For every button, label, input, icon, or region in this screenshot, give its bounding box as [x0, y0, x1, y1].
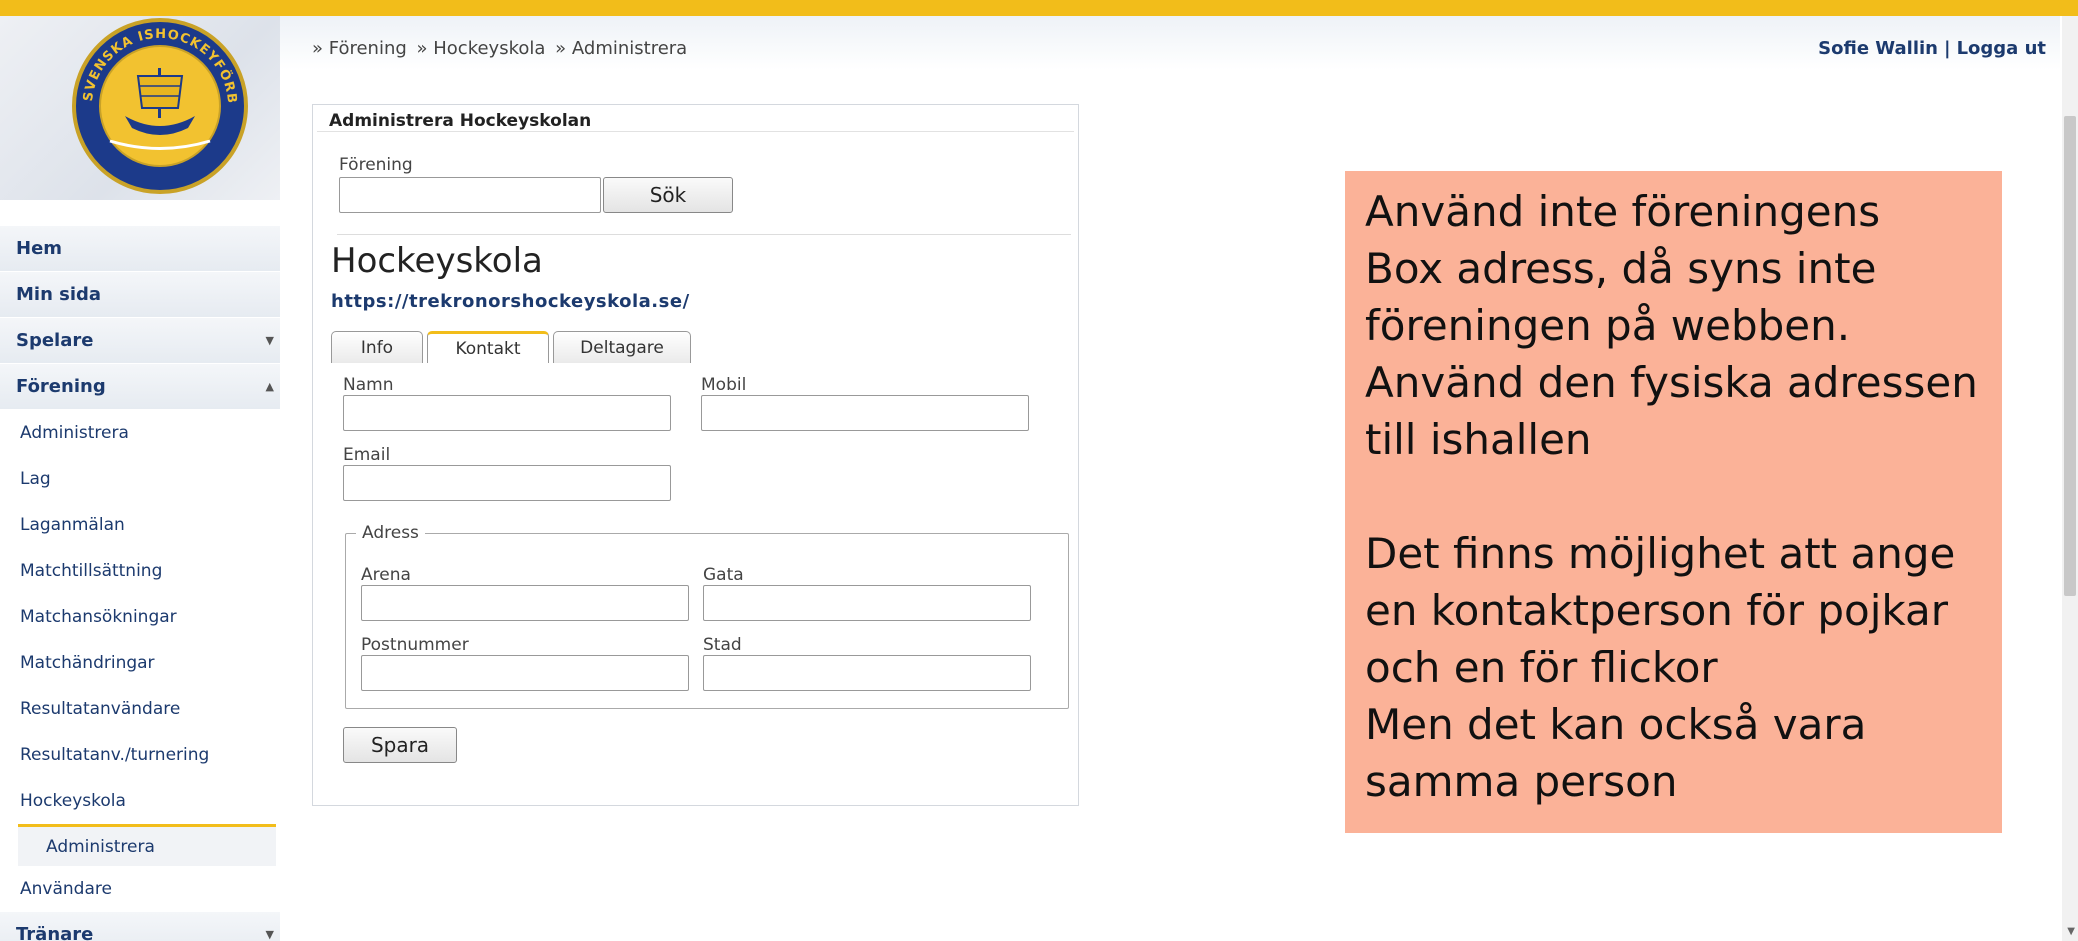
mobil-field[interactable] — [701, 395, 1029, 431]
arena-label: Arena — [361, 565, 411, 585]
sidebar-subitem-lag[interactable]: Lag — [0, 456, 280, 502]
stad-label: Stad — [703, 635, 742, 655]
sidebar-item-label: Tränare — [16, 924, 94, 941]
sidebar-subitem-hockeyskola[interactable]: Hockeyskola — [0, 778, 280, 824]
chevron-down-icon: ▼ — [265, 334, 274, 347]
sidebar-item-label: Min sida — [16, 284, 102, 305]
note-line: Det finns möjlighet att ange — [1365, 529, 1956, 578]
save-button[interactable]: Spara — [343, 727, 457, 763]
panel-title: Administrera Hockeyskolan — [329, 111, 592, 131]
sidebar-item-hem[interactable]: Hem — [0, 226, 280, 272]
scrollbar-thumb[interactable] — [2064, 116, 2076, 596]
sidebar: Hem Min sida Spelare ▼ Förening ▲ Admini… — [0, 226, 280, 941]
note-spacer — [1365, 468, 1982, 525]
email-label: Email — [343, 445, 391, 465]
namn-label: Namn — [343, 375, 394, 395]
note-line: Men det kan också vara — [1365, 700, 1867, 749]
sidebar-item-spelare[interactable]: Spelare ▼ — [0, 318, 280, 364]
tab-info[interactable]: Info — [331, 331, 423, 363]
namn-field[interactable] — [343, 395, 671, 431]
sidebar-subitem-hockeyskola-administrera[interactable]: Administrera — [18, 824, 276, 866]
sidebar-item-label: Hem — [16, 238, 63, 259]
gata-field[interactable] — [703, 585, 1031, 621]
user-name[interactable]: Sofie Wallin — [1818, 38, 1938, 59]
sidebar-item-forening[interactable]: Förening ▲ — [0, 364, 280, 410]
divider — [337, 234, 1071, 235]
gata-label: Gata — [703, 565, 744, 585]
sidebar-item-label: Spelare — [16, 330, 94, 351]
top-accent-stripe — [0, 0, 2078, 16]
tab-deltagare[interactable]: Deltagare — [553, 331, 691, 363]
scroll-down-arrow-icon[interactable]: ▼ — [2067, 926, 2075, 937]
federation-logo-icon[interactable]: SVENSKA ISHOCKEYFÖRBUNDET — [70, 16, 250, 196]
user-bar: Sofie Wallin | Logga ut — [1818, 38, 2046, 59]
logout-link[interactable]: Logga ut — [1957, 38, 2046, 59]
breadcrumb-item-forening[interactable]: » Förening — [312, 38, 407, 59]
breadcrumb: » Förening » Hockeyskola » Administrera — [312, 38, 691, 59]
sidebar-item-tranare[interactable]: Tränare ▼ — [0, 912, 280, 941]
address-legend: Adress — [362, 523, 419, 543]
sidebar-subitem-matchandringar[interactable]: Matchändringar — [0, 640, 280, 686]
sidebar-subitem-matchansokningar[interactable]: Matchansökningar — [0, 594, 280, 640]
divider — [317, 131, 1074, 132]
admin-panel: Administrera Hockeyskolan Förening Sök H… — [312, 104, 1079, 806]
postnummer-field[interactable] — [361, 655, 689, 691]
page-title: Hockeyskola — [331, 241, 543, 281]
mobil-label: Mobil — [701, 375, 747, 395]
user-bar-separator: | — [1943, 38, 1951, 59]
vertical-scrollbar[interactable]: ▼ — [2062, 16, 2078, 941]
sidebar-subitem-resultatanv-turnering[interactable]: Resultatanv./turnering — [0, 732, 280, 778]
note-line: Använd den fysiska adressen — [1365, 358, 1978, 407]
email-field[interactable] — [343, 465, 671, 501]
note-line: en kontaktperson för pojkar — [1365, 586, 1948, 635]
tab-kontakt[interactable]: Kontakt — [427, 331, 549, 363]
sidebar-item-label: Förening — [16, 376, 106, 397]
chevron-down-icon: ▼ — [265, 928, 274, 941]
breadcrumb-item-administrera[interactable]: » Administrera — [555, 38, 687, 59]
note-line: och en för flickor — [1365, 643, 1718, 692]
note-line: till ishallen — [1365, 415, 1592, 464]
postnummer-label: Postnummer — [361, 635, 469, 655]
note-line: samma person — [1365, 757, 1678, 806]
chevron-up-icon: ▲ — [265, 380, 274, 393]
hockeyskola-url-link[interactable]: https://trekronorshockeyskola.se/ — [331, 291, 690, 312]
arena-field[interactable] — [361, 585, 689, 621]
forening-search-input[interactable] — [339, 177, 601, 213]
stad-field[interactable] — [703, 655, 1031, 691]
forening-label: Förening — [339, 155, 413, 175]
note-line: Box adress, då syns inte — [1365, 244, 1877, 293]
note-line: föreningen på webben. — [1365, 301, 1851, 350]
breadcrumb-item-hockeyskola[interactable]: » Hockeyskola — [417, 38, 546, 59]
page: » Förening » Hockeyskola » Administrera … — [0, 0, 2078, 941]
instruction-note: Använd inte föreningens Box adress, då s… — [1345, 171, 2002, 833]
note-line: Använd inte föreningens — [1365, 187, 1881, 236]
sidebar-subitem-resultatanvandare[interactable]: Resultatanvändare — [0, 686, 280, 732]
sidebar-subitem-anvandare[interactable]: Användare — [0, 866, 280, 912]
search-button[interactable]: Sök — [603, 177, 733, 213]
sidebar-subitem-administrera[interactable]: Administrera — [0, 410, 280, 456]
sidebar-subitem-matchtillsattning[interactable]: Matchtillsättning — [0, 548, 280, 594]
sidebar-subitem-laganmalan[interactable]: Laganmälan — [0, 502, 280, 548]
sidebar-item-min-sida[interactable]: Min sida — [0, 272, 280, 318]
